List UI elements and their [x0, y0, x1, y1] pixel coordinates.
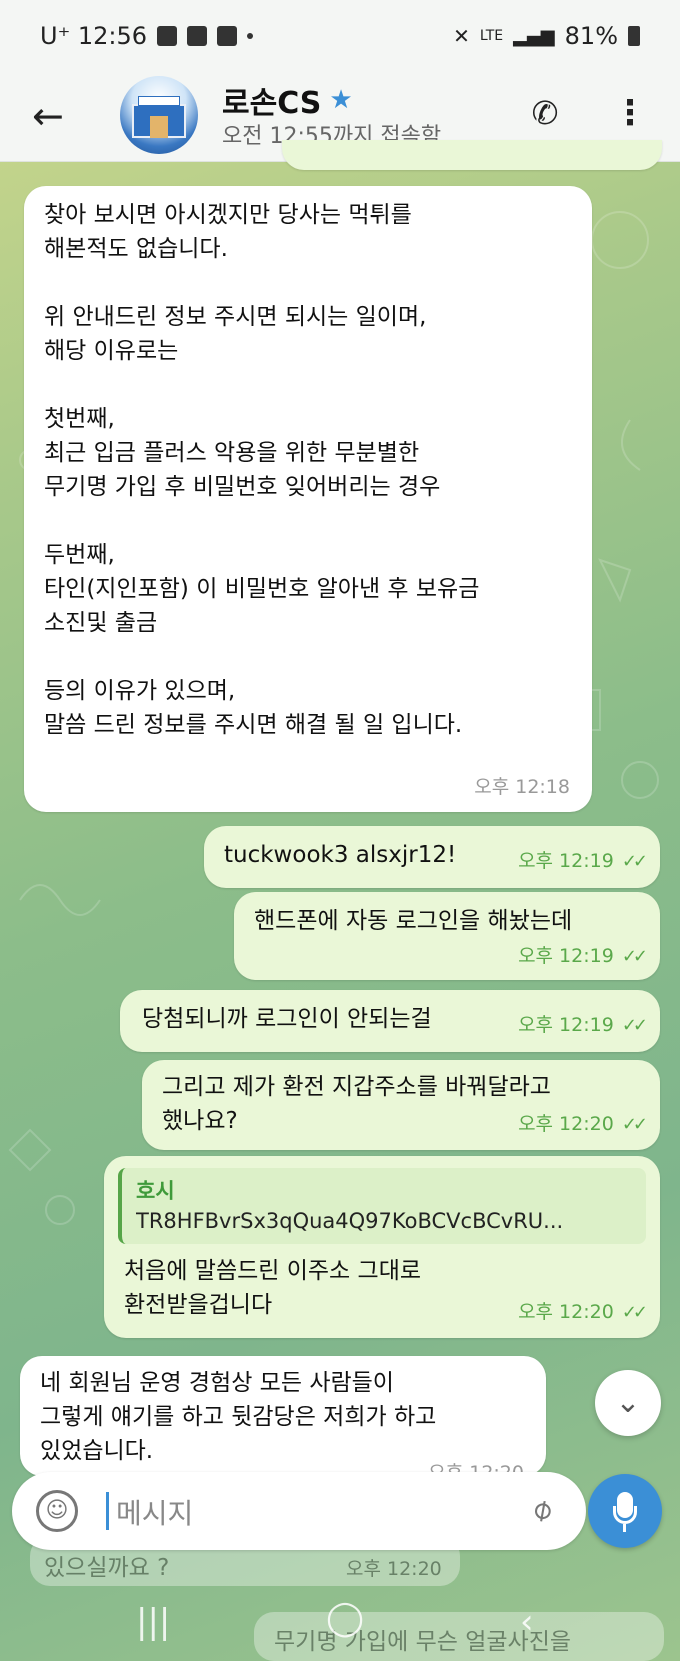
- more-vertical-icon[interactable]: ⋮: [610, 90, 650, 136]
- message-time: 오후 12:20: [518, 1301, 614, 1323]
- star-icon: ★: [329, 85, 353, 115]
- read-checks-icon: ✓✓: [621, 1302, 648, 1323]
- read-checks-icon: ✓✓: [621, 851, 648, 872]
- avatar[interactable]: [120, 76, 198, 154]
- message-input[interactable]: 메시지: [116, 1492, 193, 1532]
- phone-icon[interactable]: ✆: [522, 90, 568, 136]
- message-bubble-outgoing[interactable]: 그리고 제가 환전 지갑주소를 바꿔달라고 했나요? 오후 12:20 ✓✓: [142, 1060, 660, 1150]
- read-checks-icon: ✓✓: [621, 946, 648, 967]
- message-time: 오후 12:19: [518, 945, 614, 967]
- gallery-notification-icon: [157, 26, 178, 46]
- nav-back-icon[interactable]: ‹: [520, 1602, 534, 1642]
- back-arrow-icon[interactable]: ←: [32, 94, 76, 138]
- reply-author: 호시: [136, 1179, 175, 1203]
- recent-apps-icon[interactable]: |||: [136, 1602, 170, 1642]
- message-bubble-incoming[interactable]: 네 회원님 운영 경험상 모든 사람들이 그렇게 얘기를 하고 뒷감당은 저희가…: [20, 1356, 546, 1476]
- chat-title[interactable]: 로손CS ★: [222, 78, 353, 122]
- paperclip-icon[interactable]: ⌀: [511, 1479, 572, 1540]
- home-icon[interactable]: ◯: [326, 1598, 364, 1638]
- message-text: tuckwook3 alsxjr12!: [224, 842, 457, 868]
- message-composer[interactable]: ☺ 메시지 ⌀: [12, 1472, 586, 1550]
- read-checks-icon: ✓✓: [621, 1114, 648, 1135]
- system-nav-bar: ||| ◯ ‹: [0, 1588, 680, 1661]
- background-message-time: 오후 12:20: [346, 1558, 442, 1580]
- network-label: LTE: [479, 28, 504, 44]
- message-text: 핸드폰에 자동 로그인을 해놨는데: [254, 908, 573, 934]
- chevron-down-icon[interactable]: ⌄: [595, 1370, 661, 1436]
- emoji-icon[interactable]: ☺: [36, 1490, 78, 1532]
- message-bubble-partial: [282, 140, 662, 170]
- message-time: 오후 12:19: [518, 850, 614, 872]
- status-time: U⁺ 12:56: [40, 22, 148, 50]
- text-cursor: [106, 1492, 109, 1530]
- message-bubble-outgoing[interactable]: tuckwook3 alsxjr12! 오후 12:19 ✓✓: [204, 826, 660, 888]
- reply-quote[interactable]: 호시 TR8HFBvrSx3qQua4Q97KoBCVcBCvRU...: [118, 1168, 646, 1244]
- app-b-notification-icon: [217, 26, 238, 46]
- message-bubble-outgoing[interactable]: 호시 TR8HFBvrSx3qQua4Q97KoBCVcBCvRU... 처음에…: [104, 1156, 660, 1338]
- read-checks-icon: ✓✓: [621, 1015, 648, 1036]
- signal-icon: ▂▄▆: [513, 25, 555, 47]
- contact-name: 로손CS: [222, 86, 322, 121]
- battery-level: 81%: [564, 22, 618, 50]
- message-bubble-incoming[interactable]: 찾아 보시면 아시겠지만 당사는 먹튀를 해본적도 없습니다. 위 안내드린 정…: [24, 186, 592, 812]
- status-bar: U⁺ 12:56 ✕ LTE ▂▄▆ 81%: [0, 0, 680, 74]
- message-text: 네 회원님 운영 경험상 모든 사람들이 그렇게 얘기를 하고 뒷감당은 저희가…: [40, 1370, 437, 1464]
- message-text: 당첨되니까 로그인이 안되는걸: [142, 1006, 432, 1032]
- reply-text: TR8HFBvrSx3qQua4Q97KoBCVcBCvRU...: [136, 1209, 564, 1233]
- battery-icon: [628, 26, 640, 46]
- check-notification-icon: [187, 26, 208, 46]
- message-time: 오후 12:20: [518, 1113, 614, 1135]
- background-message-text: 있으실까요 ?: [44, 1555, 170, 1581]
- message-bubble-outgoing[interactable]: 핸드폰에 자동 로그인을 해놨는데 오후 12:19 ✓✓: [234, 892, 660, 980]
- message-time: 오후 12:18: [474, 776, 570, 798]
- microphone-icon[interactable]: [588, 1474, 662, 1548]
- message-text: 찾아 보시면 아시겠지만 당사는 먹튀를 해본적도 없습니다. 위 안내드린 정…: [44, 202, 480, 738]
- message-bubble-outgoing[interactable]: 당첨되니까 로그인이 안되는걸 오후 12:19 ✓✓: [120, 990, 660, 1052]
- more-notifications-icon: [247, 33, 254, 39]
- mute-icon: ✕: [453, 24, 470, 48]
- message-time: 오후 12:19: [518, 1014, 614, 1036]
